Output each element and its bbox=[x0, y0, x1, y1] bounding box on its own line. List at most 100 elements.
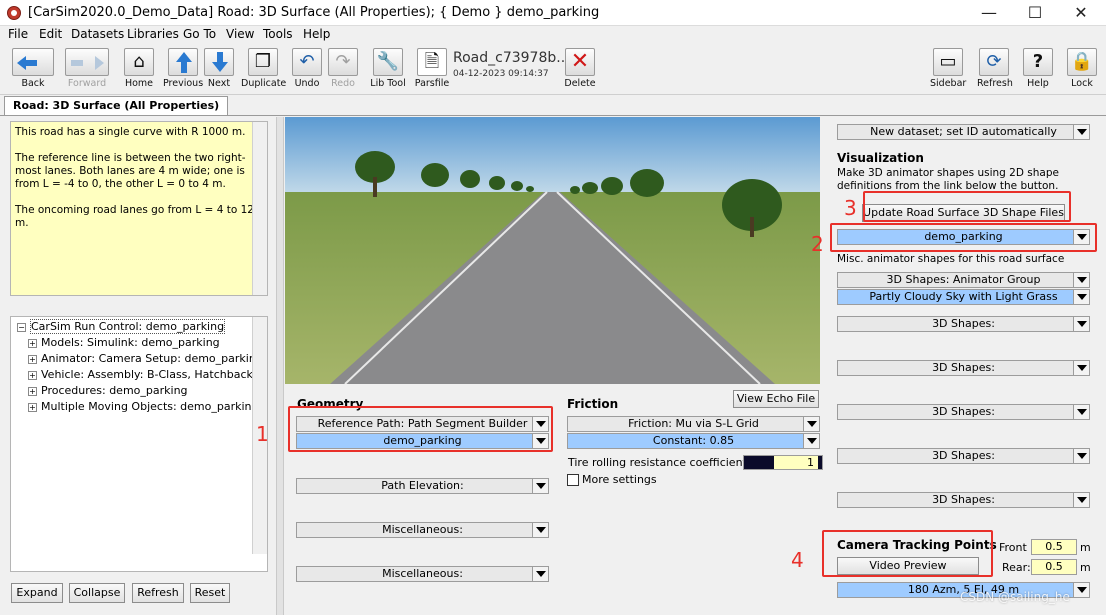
chevron-down-icon bbox=[1073, 317, 1089, 331]
title-bar: [CarSim2020.0_Demo_Data] Road: 3D Surfac… bbox=[0, 0, 1106, 26]
sidebar-button[interactable]: ▭ Sidebar bbox=[930, 48, 966, 89]
shapes-dropdown[interactable]: 3D Shapes: bbox=[837, 316, 1090, 332]
run-tree[interactable]: − CarSim Run Control: demo_parking + Model… bbox=[10, 316, 268, 572]
chevron-down-icon bbox=[1073, 125, 1089, 139]
down-arrow-icon bbox=[204, 48, 234, 76]
path-elevation-dropdown[interactable]: Path Elevation: bbox=[296, 478, 549, 494]
annotation-number-2: 2 bbox=[811, 232, 824, 256]
redo-icon: ↷ bbox=[328, 48, 358, 76]
visualization-description: Make 3D animator shapes using 2D shape d… bbox=[837, 167, 1059, 191]
shapes-dropdown[interactable]: 3D Shapes: bbox=[837, 492, 1090, 508]
lib-tool-button[interactable]: 🔧 Lib Tool bbox=[368, 48, 408, 89]
tab-road-3d-surface[interactable]: Road: 3D Surface (All Properties) bbox=[4, 96, 229, 115]
notes-paragraph: The oncoming road lanes go from L = 4 to… bbox=[15, 204, 254, 229]
up-arrow-icon bbox=[168, 48, 198, 76]
menu-help[interactable]: Help bbox=[303, 27, 330, 41]
menu-file[interactable]: File bbox=[8, 27, 28, 41]
help-button[interactable]: ? Help bbox=[1022, 48, 1054, 89]
rear-unit: m bbox=[1080, 561, 1091, 574]
menu-libraries[interactable]: Libraries bbox=[127, 27, 179, 41]
notes-scrollbar[interactable] bbox=[252, 122, 267, 295]
expand-icon[interactable]: + bbox=[28, 354, 37, 364]
friction-link[interactable]: Constant: 0.85 bbox=[567, 433, 820, 449]
maximize-button[interactable]: ☐ bbox=[1012, 0, 1058, 26]
expand-icon[interactable]: + bbox=[28, 386, 37, 396]
next-button[interactable]: Next bbox=[204, 48, 234, 89]
collapse-icon[interactable]: − bbox=[17, 322, 26, 332]
menu-tools[interactable]: Tools bbox=[263, 27, 293, 41]
shapes-dropdown[interactable]: 3D Shapes: bbox=[837, 448, 1090, 464]
animator-group-dropdown[interactable]: 3D Shapes: Animator Group bbox=[837, 272, 1090, 288]
miscellaneous-dropdown-1[interactable]: Miscellaneous: bbox=[296, 522, 549, 538]
more-settings-label: More settings bbox=[582, 473, 657, 486]
lock-icon: 🔒 bbox=[1067, 48, 1097, 76]
tree-item[interactable]: + Vehicle: Assembly: B-Class, Hatchback bbox=[28, 368, 253, 381]
front-unit: m bbox=[1080, 541, 1091, 554]
refresh-toolbar-button[interactable]: ⟳ Refresh bbox=[977, 48, 1013, 89]
delete-button[interactable]: ✕ Delete bbox=[564, 48, 596, 89]
expand-icon[interactable]: + bbox=[28, 402, 37, 412]
miscellaneous-dropdown-2[interactable]: Miscellaneous: bbox=[296, 566, 549, 582]
chevron-down-icon bbox=[1073, 449, 1089, 463]
friction-title: Friction bbox=[567, 397, 619, 411]
sky-link[interactable]: Partly Cloudy Sky with Light Grass bbox=[837, 289, 1090, 305]
front-label: Front bbox=[999, 541, 1027, 554]
notes-paragraph: The reference line is between the two ri… bbox=[15, 152, 246, 190]
view-echo-file-button[interactable]: View Echo File bbox=[733, 390, 819, 408]
shapes-dropdown[interactable]: 3D Shapes: bbox=[837, 404, 1090, 420]
shapes-dropdown[interactable]: 3D Shapes: bbox=[837, 360, 1090, 376]
notes-paragraph: This road has a single curve with R 1000… bbox=[15, 126, 246, 138]
refresh-button[interactable]: Refresh bbox=[132, 583, 184, 603]
back-button[interactable]: Back bbox=[10, 48, 56, 89]
splitter[interactable] bbox=[276, 117, 284, 615]
duplicate-button[interactable]: ❐ Duplicate bbox=[241, 48, 286, 89]
front-input[interactable]: 0.5 bbox=[1031, 539, 1077, 555]
lock-button[interactable]: 🔒 Lock bbox=[1066, 48, 1098, 89]
menu-datasets[interactable]: Datasets bbox=[71, 27, 124, 41]
misc-shapes-label: Misc. animator shapes for this road surf… bbox=[837, 253, 1065, 265]
notes-textarea[interactable]: This road has a single curve with R 1000… bbox=[10, 121, 268, 296]
chevron-down-icon bbox=[1073, 273, 1089, 287]
tree-item[interactable]: + Animator: Camera Setup: demo_parking bbox=[28, 352, 263, 365]
tree-root[interactable]: − CarSim Run Control: demo_parking bbox=[17, 319, 226, 334]
home-button[interactable]: ⌂ Home bbox=[123, 48, 155, 89]
rear-input[interactable]: 0.5 bbox=[1031, 559, 1077, 575]
tire-resistance-input[interactable]: 1 bbox=[743, 455, 823, 470]
chevron-down-icon bbox=[1073, 493, 1089, 507]
duplicate-icon: ❐ bbox=[248, 48, 278, 76]
minimize-button[interactable]: — bbox=[966, 0, 1012, 26]
annotation-number-3: 3 bbox=[844, 196, 857, 220]
parsfile-button[interactable]: 🗎 Parsfile bbox=[414, 48, 450, 89]
new-dataset-dropdown[interactable]: New dataset; set ID automatically bbox=[837, 124, 1090, 140]
menu-view[interactable]: View bbox=[226, 27, 254, 41]
friction-dropdown[interactable]: Friction: Mu via S-L Grid bbox=[567, 416, 820, 432]
expand-button[interactable]: Expand bbox=[11, 583, 63, 603]
dataset-name: Road_c73978b.. bbox=[453, 50, 566, 66]
menu-edit[interactable]: Edit bbox=[39, 27, 62, 41]
tree-item[interactable]: + Procedures: demo_parking bbox=[28, 384, 188, 397]
expand-icon[interactable]: + bbox=[28, 370, 37, 380]
tree-item[interactable]: + Models: Simulink: demo_parking bbox=[28, 336, 220, 349]
reset-button[interactable]: Reset bbox=[190, 583, 230, 603]
undo-button[interactable]: ↶ Undo bbox=[291, 48, 323, 89]
chevron-down-icon bbox=[532, 523, 548, 537]
chevron-down-icon bbox=[1073, 405, 1089, 419]
sidebar-icon: ▭ bbox=[933, 48, 963, 76]
annotation-box-3 bbox=[863, 191, 1071, 222]
chevron-down-icon bbox=[1073, 290, 1089, 304]
menu-goto[interactable]: Go To bbox=[183, 27, 216, 41]
tree-item[interactable]: + Multiple Moving Objects: demo_parking bbox=[28, 400, 259, 413]
window-title: [CarSim2020.0_Demo_Data] Road: 3D Surfac… bbox=[28, 5, 600, 20]
help-icon: ? bbox=[1023, 48, 1053, 76]
annotation-box-1 bbox=[288, 406, 553, 452]
rear-label: Rear: bbox=[1002, 561, 1031, 574]
more-settings-checkbox[interactable] bbox=[567, 474, 579, 486]
forward-button[interactable]: Forward bbox=[63, 48, 111, 89]
collapse-button[interactable]: Collapse bbox=[69, 583, 125, 603]
redo-button[interactable]: ↷ Redo bbox=[327, 48, 359, 89]
dataset-date: 04-12-2023 09:14:37 bbox=[453, 69, 549, 79]
tab-divider bbox=[0, 115, 1106, 116]
previous-button[interactable]: Previous bbox=[163, 48, 203, 89]
close-window-button[interactable]: ✕ bbox=[1058, 0, 1104, 26]
expand-icon[interactable]: + bbox=[28, 338, 37, 348]
